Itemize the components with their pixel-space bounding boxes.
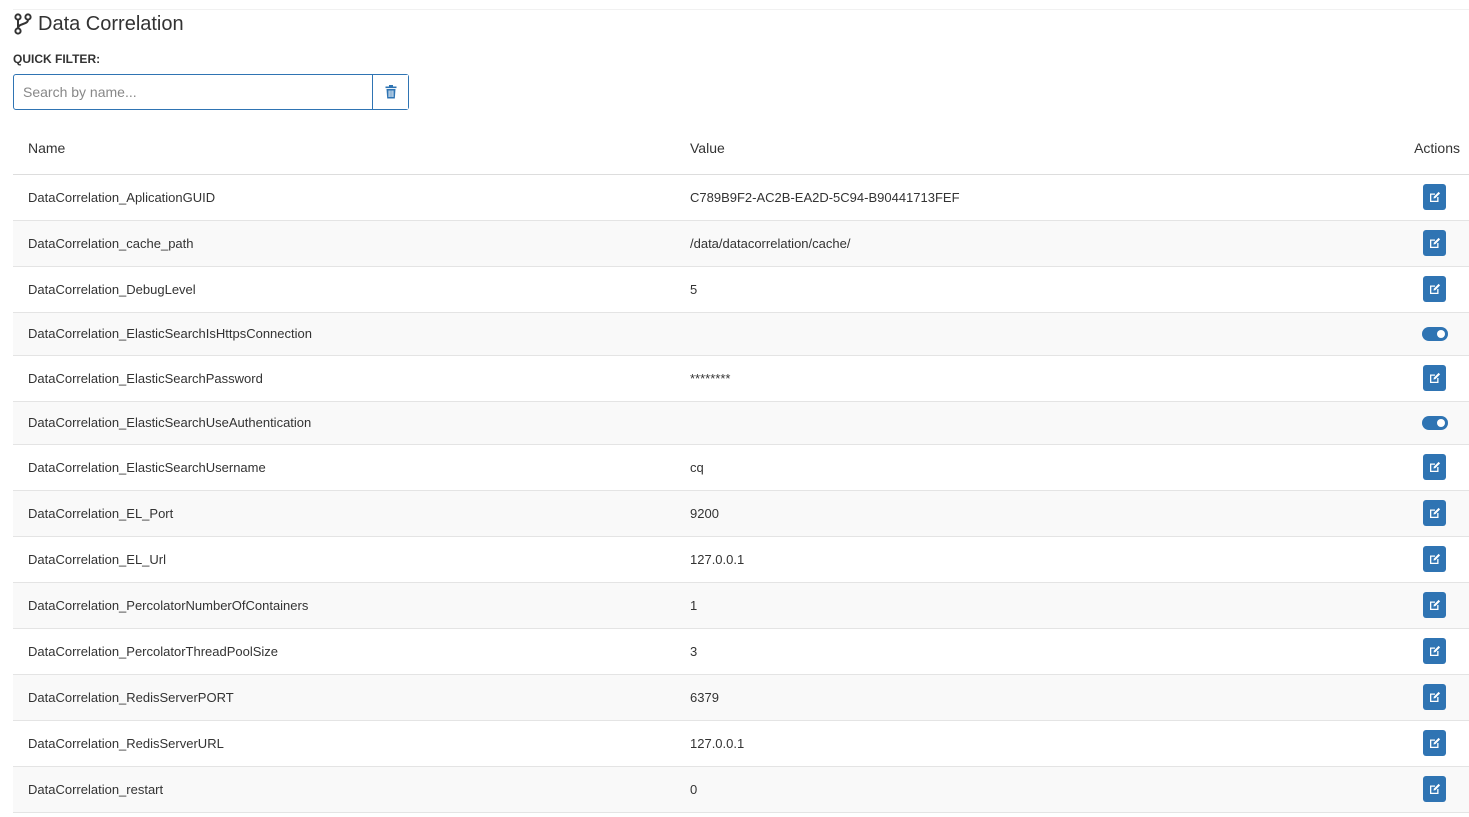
edit-icon	[1429, 237, 1440, 248]
setting-actions	[1337, 582, 1469, 629]
setting-value	[690, 312, 1338, 356]
setting-actions	[1337, 355, 1469, 402]
setting-name: DataCorrelation_AplicationGUID	[13, 174, 690, 221]
edit-button[interactable]	[1423, 730, 1446, 756]
edit-button[interactable]	[1423, 454, 1446, 480]
edit-icon	[1429, 461, 1440, 472]
setting-name: DataCorrelation_ElasticSearchUseAuthenti…	[13, 401, 690, 445]
setting-value: 9200	[690, 490, 1338, 537]
setting-value: 6379	[690, 674, 1338, 721]
setting-actions	[1337, 766, 1469, 813]
column-header-name[interactable]: Name	[13, 123, 690, 175]
table-row: DataCorrelation_restart 0	[13, 766, 1469, 813]
table-row: DataCorrelation_PercolatorThreadPoolSize…	[13, 628, 1469, 675]
edit-icon	[1429, 191, 1440, 202]
setting-name: DataCorrelation_cache_path	[13, 220, 690, 267]
setting-name: DataCorrelation_ElasticSearchPassword	[13, 355, 690, 402]
quick-filter	[13, 74, 409, 110]
toggle-switch[interactable]	[1422, 416, 1448, 431]
edit-icon	[1429, 691, 1440, 702]
table-row: DataCorrelation_ElasticSearchIsHttpsConn…	[13, 312, 1469, 356]
setting-name: DataCorrelation_RedisServerPORT	[13, 674, 690, 721]
setting-name: DataCorrelation_restart	[13, 766, 690, 813]
setting-value: 1	[690, 582, 1338, 629]
table-row: DataCorrelation_AplicationGUID C789B9F2-A…	[13, 174, 1469, 221]
edit-button[interactable]	[1423, 276, 1446, 302]
setting-value: C789B9F2-AC2B-EA2D-5C94-B90441713FEF	[690, 174, 1338, 221]
setting-actions	[1337, 220, 1469, 267]
table-header-row: Name Value Actions	[13, 123, 1469, 175]
search-input[interactable]	[14, 75, 372, 109]
setting-actions	[1337, 720, 1469, 767]
edit-button[interactable]	[1423, 184, 1446, 210]
setting-actions	[1337, 266, 1469, 313]
setting-actions	[1337, 628, 1469, 675]
toggle-switch[interactable]	[1422, 327, 1448, 342]
table-row: DataCorrelation_RedisServerPORT 6379	[13, 674, 1469, 721]
setting-actions	[1337, 674, 1469, 721]
setting-value: /data/datacorrelation/cache/	[690, 220, 1338, 267]
setting-value: 5	[690, 266, 1338, 313]
setting-value: 127.0.0.1	[690, 720, 1338, 767]
column-header-actions: Actions	[1337, 123, 1469, 175]
setting-name: DataCorrelation_PercolatorThreadPoolSize	[13, 628, 690, 675]
setting-actions	[1337, 444, 1469, 491]
setting-actions	[1337, 490, 1469, 537]
table-row: DataCorrelation_cache_path/data/datacorr…	[13, 220, 1469, 267]
table-row: DataCorrelation_RedisServerURL 127.0.0.1	[13, 720, 1469, 767]
top-divider	[13, 9, 1469, 10]
clear-filter-button[interactable]	[372, 75, 408, 109]
table-body: DataCorrelation_AplicationGUID C789B9F2-A…	[13, 174, 1469, 813]
edit-icon	[1429, 737, 1440, 748]
edit-icon	[1429, 599, 1440, 610]
setting-actions	[1337, 174, 1469, 221]
edit-button[interactable]	[1423, 230, 1446, 256]
edit-icon	[1429, 783, 1440, 794]
quick-filter-label: QUICK FILTER:	[13, 52, 101, 66]
setting-value: 3	[690, 628, 1338, 675]
edit-button[interactable]	[1423, 365, 1446, 391]
edit-icon	[1429, 507, 1440, 518]
setting-name: DataCorrelation_DebugLevel	[13, 266, 690, 313]
trash-icon	[385, 85, 396, 99]
edit-icon	[1429, 372, 1440, 383]
setting-name: DataCorrelation_ElasticSearchIsHttpsConn…	[13, 312, 690, 356]
setting-actions	[1337, 536, 1469, 583]
setting-actions	[1337, 401, 1469, 445]
edit-icon	[1429, 283, 1440, 294]
page-header: Data Correlation	[13, 12, 184, 36]
setting-name: DataCorrelation_RedisServerURL	[13, 720, 690, 767]
setting-value: ********	[690, 355, 1338, 402]
setting-name: DataCorrelation_EL_Port	[13, 490, 690, 537]
setting-value	[690, 401, 1338, 445]
edit-icon	[1429, 645, 1440, 656]
edit-button[interactable]	[1423, 592, 1446, 618]
table-row: DataCorrelation_ElasticSearchUseAuthenti…	[13, 401, 1469, 445]
column-header-value[interactable]: Value	[690, 123, 1338, 175]
page-title: Data Correlation	[38, 12, 184, 35]
edit-icon	[1429, 553, 1440, 564]
setting-actions	[1337, 312, 1469, 356]
edit-button[interactable]	[1423, 546, 1446, 572]
setting-value: 0	[690, 766, 1338, 813]
table-row: DataCorrelation_EL_Url 127.0.0.1	[13, 536, 1469, 583]
table-row: DataCorrelation_PercolatorNumberOfContai…	[13, 582, 1469, 629]
table-row: DataCorrelation_ElasticSearchPassword ***…	[13, 355, 1469, 402]
edit-button[interactable]	[1423, 684, 1446, 710]
edit-button[interactable]	[1423, 500, 1446, 526]
code-branch-icon	[14, 13, 32, 35]
table-row: DataCorrelation_ElasticSearchUsername cq	[13, 444, 1469, 491]
setting-name: DataCorrelation_EL_Url	[13, 536, 690, 583]
setting-value: 127.0.0.1	[690, 536, 1338, 583]
edit-button[interactable]	[1423, 638, 1446, 664]
setting-name: DataCorrelation_ElasticSearchUsername	[13, 444, 690, 491]
table-row: DataCorrelation_EL_Port 9200	[13, 490, 1469, 537]
table-row: DataCorrelation_DebugLevel 5	[13, 266, 1469, 313]
edit-button[interactable]	[1423, 776, 1446, 802]
setting-value: cq	[690, 444, 1338, 491]
settings-table: Name Value Actions DataCorrelation_Aplic…	[13, 123, 1469, 813]
setting-name: DataCorrelation_PercolatorNumberOfContai…	[13, 582, 690, 629]
